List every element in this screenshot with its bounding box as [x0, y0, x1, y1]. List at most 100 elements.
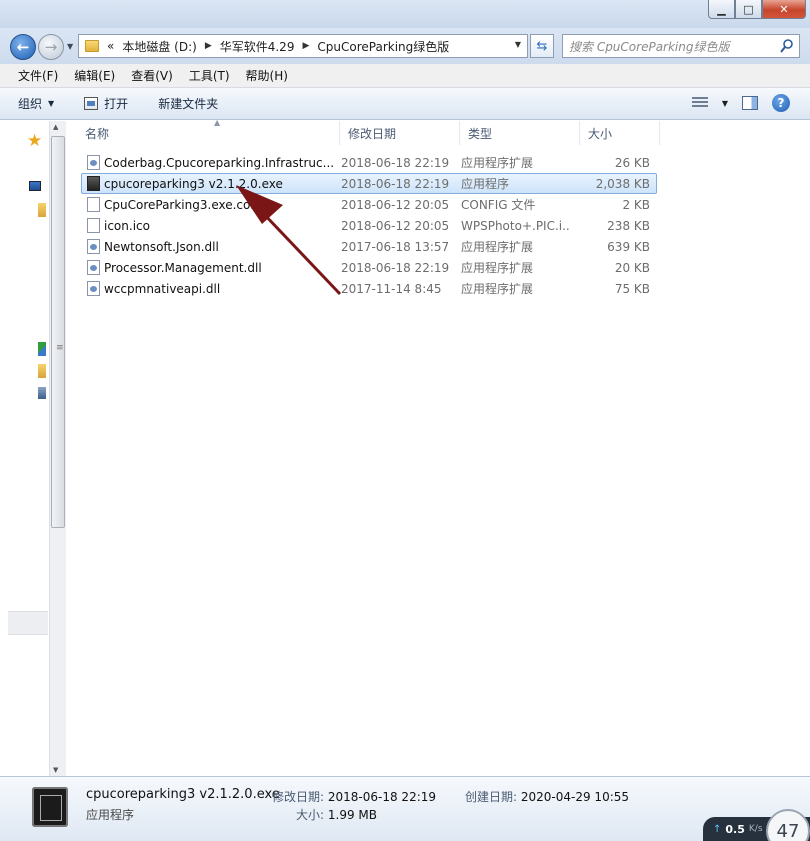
- column-header-name[interactable]: 名称: [77, 121, 340, 145]
- organize-button[interactable]: 组织 ▼: [18, 95, 54, 112]
- chevron-down-icon[interactable]: ▼: [515, 40, 521, 49]
- file-type: 应用程序扩展: [461, 240, 534, 254]
- file-row[interactable]: Coderbag.Cpucoreparking.Infrastruc... 20…: [81, 152, 657, 173]
- file-date: 2018-06-12 20:05: [341, 197, 450, 212]
- details-created: 创建日期: 2020-04-29 10:55: [465, 788, 629, 805]
- file-name: Newtonsoft.Json.dll: [104, 239, 219, 254]
- file-date: 2017-11-14 8:45: [341, 281, 442, 296]
- computer-folder-icon[interactable]: [38, 364, 46, 378]
- file-size: 238 KB: [607, 218, 650, 233]
- file-rows: Coderbag.Cpucoreparking.Infrastruc... 20…: [81, 152, 657, 299]
- folder-icon: [85, 40, 99, 52]
- file-row[interactable]: icon.ico 2018-06-12 20:05 WPSPhoto+.PIC.…: [81, 215, 657, 236]
- file-date: 2018-06-18 22:19: [341, 260, 450, 275]
- breadcrumb-folder[interactable]: 华军软件4.29: [220, 38, 295, 55]
- back-button[interactable]: ←: [10, 34, 36, 60]
- dll-icon: [87, 281, 100, 296]
- navigation-pane: ★ ▲ ≡ ▼: [0, 121, 66, 776]
- file-date: 2018-06-12 20:05: [341, 218, 450, 233]
- libraries-icon[interactable]: [38, 203, 46, 217]
- file-name-cell: Newtonsoft.Json.dll: [82, 239, 341, 254]
- column-header-size[interactable]: 大小: [580, 121, 660, 145]
- file-size: 75 KB: [614, 281, 650, 296]
- menu-tools[interactable]: 工具(T): [181, 67, 238, 84]
- file-name-cell: wccpmnativeapi.dll: [82, 281, 341, 296]
- details-created-value: 2020-04-29 10:55: [520, 790, 630, 804]
- breadcrumb-current[interactable]: CpuCoreParking绿色版: [317, 38, 449, 55]
- open-button[interactable]: 打开: [84, 95, 128, 112]
- scrollbar-thumb[interactable]: ≡: [51, 136, 65, 528]
- file-name-cell: Coderbag.Cpucoreparking.Infrastruc...: [82, 155, 341, 170]
- details-created-label: 创建日期:: [465, 790, 518, 804]
- chevron-right-icon[interactable]: ▶: [302, 41, 309, 51]
- file-name: cpucoreparking3 v2.1.2.0.exe: [104, 176, 283, 191]
- network-rate: 0.5: [725, 822, 745, 836]
- file-row[interactable]: Newtonsoft.Json.dll 2017-06-18 13:57 应用程…: [81, 236, 657, 257]
- menu-bar: 文件(F) 编辑(E) 查看(V) 工具(T) 帮助(H): [0, 64, 810, 88]
- details-size-label: 大小:: [296, 808, 325, 822]
- network-unit: K/s: [748, 824, 763, 834]
- refresh-icon: ⇆: [536, 38, 548, 54]
- arrow-right-icon: →: [44, 38, 58, 56]
- network-speed-widget[interactable]: ↑ 0.5 K/s 47: [703, 809, 810, 841]
- menu-file[interactable]: 文件(F): [10, 67, 66, 84]
- file-type: 应用程序: [461, 177, 510, 191]
- file-name-cell: CpuCoreParking3.exe.config: [82, 197, 341, 212]
- breadcrumb-drive[interactable]: 本地磁盘 (D:): [122, 38, 196, 55]
- cpu-chip-icon: [32, 787, 68, 827]
- scroll-down-arrow[interactable]: ▼: [53, 766, 58, 774]
- menu-help[interactable]: 帮助(H): [238, 67, 296, 84]
- file-row[interactable]: wccpmnativeapi.dll 2017-11-14 8:45 应用程序扩…: [81, 278, 657, 299]
- file-name: CpuCoreParking3.exe.config: [104, 197, 274, 212]
- file-name-cell: icon.ico: [82, 218, 341, 233]
- breadcrumb-overflow[interactable]: «: [107, 39, 114, 53]
- menu-view[interactable]: 查看(V): [123, 67, 181, 84]
- file-row-selected[interactable]: cpucoreparking3 v2.1.2.0.exe 2018-06-18 …: [81, 173, 657, 194]
- desktop-icon[interactable]: [29, 181, 41, 191]
- column-header-type[interactable]: 类型: [460, 121, 580, 145]
- views-icon[interactable]: [691, 97, 708, 109]
- menu-edit[interactable]: 编辑(E): [66, 67, 123, 84]
- help-icon[interactable]: ?: [772, 94, 790, 112]
- search-input[interactable]: 搜索 CpuCoreParking绿色版: [562, 34, 800, 58]
- details-size: 大小: 1.99 MB: [296, 806, 377, 823]
- file-row[interactable]: Processor.Management.dll 2018-06-18 22:1…: [81, 257, 657, 278]
- file-icon: [87, 197, 100, 212]
- column-header-date[interactable]: 修改日期: [340, 121, 460, 145]
- dll-icon: [87, 155, 100, 170]
- favorites-star-icon[interactable]: ★: [27, 131, 42, 151]
- preview-pane-icon[interactable]: [742, 96, 758, 110]
- chevron-right-icon[interactable]: ▶: [205, 41, 212, 51]
- navigation-scrollbar[interactable]: ▲ ≡ ▼: [49, 121, 66, 776]
- refresh-button[interactable]: ⇆: [530, 34, 554, 58]
- search-icon[interactable]: [780, 38, 794, 54]
- file-name-cell: Processor.Management.dll: [82, 260, 341, 275]
- forward-button[interactable]: →: [38, 34, 64, 60]
- close-button[interactable]: ✕: [762, 0, 806, 19]
- network-icon[interactable]: [38, 387, 46, 399]
- file-size: 2,038 KB: [595, 176, 650, 191]
- details-pane: cpucoreparking3 v2.1.2.0.exe 应用程序 修改日期: …: [0, 776, 810, 841]
- details-file-name: cpucoreparking3 v2.1.2.0.exe: [86, 787, 280, 802]
- file-type: 应用程序扩展: [461, 282, 534, 296]
- file-size: 20 KB: [614, 260, 650, 275]
- file-type: 应用程序扩展: [461, 156, 534, 170]
- minimize-button[interactable]: ▁: [708, 0, 735, 19]
- file-name-cell: cpucoreparking3 v2.1.2.0.exe: [82, 176, 341, 191]
- file-name: Processor.Management.dll: [104, 260, 262, 275]
- file-type: 应用程序扩展: [461, 261, 534, 275]
- homegroup-icon[interactable]: [38, 342, 46, 356]
- views-dropdown[interactable]: ▼: [722, 99, 728, 108]
- title-bar: ▁ □ ✕: [0, 0, 810, 28]
- details-modified-value: 2018-06-18 22:19: [327, 790, 437, 804]
- scroll-up-arrow[interactable]: ▲: [53, 123, 58, 131]
- address-row: ← → ▼ « 本地磁盘 (D:) ▶ 华军软件4.29 ▶ CpuCorePa…: [0, 28, 810, 64]
- file-row[interactable]: CpuCoreParking3.exe.config 2018-06-12 20…: [81, 194, 657, 215]
- organize-label: 组织: [18, 97, 43, 111]
- file-list: ▲ 名称 修改日期 类型 大小 Coderbag.Cpucoreparking.…: [67, 118, 810, 776]
- maximize-button[interactable]: □: [735, 0, 762, 19]
- address-bar[interactable]: « 本地磁盘 (D:) ▶ 华军软件4.29 ▶ CpuCoreParking绿…: [78, 34, 528, 58]
- recent-pages-dropdown[interactable]: ▼: [67, 42, 73, 51]
- new-folder-button[interactable]: 新建文件夹: [158, 95, 218, 112]
- scrollbar-grip: ≡: [56, 343, 64, 353]
